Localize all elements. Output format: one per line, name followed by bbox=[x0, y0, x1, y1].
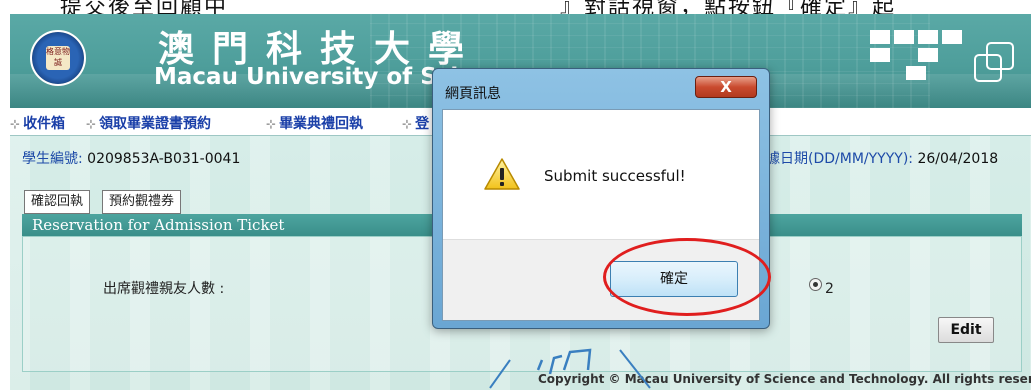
header-decoration-squares bbox=[870, 22, 1030, 102]
instruction-strip: 提交後至回顧中 』對話視窗，點按鈕『確定』起 bbox=[0, 0, 1031, 14]
dialog-footer: 確定 bbox=[443, 239, 759, 320]
message-dialog: 網頁訊息 X Submit successful! 確定 bbox=[432, 68, 770, 329]
student-id-label: 學生編號: bbox=[22, 151, 83, 167]
dialog-title: 網頁訊息 bbox=[445, 86, 501, 102]
date-label: 據日期(DD/MM/YYYY): bbox=[766, 151, 913, 167]
nav-item-inbox[interactable]: ⊹ 收件箱 bbox=[10, 113, 65, 133]
date-field: 據日期(DD/MM/YYYY): 26/04/2018 bbox=[766, 148, 998, 168]
tab-confirm-reply[interactable]: 確認回執 bbox=[24, 190, 91, 214]
section-title: Reservation for Admission Ticket bbox=[32, 216, 285, 234]
tab-reserve-ticket[interactable]: 預約觀禮券 bbox=[102, 190, 182, 214]
logo-emblem-text: 格意物誠 bbox=[46, 46, 70, 70]
student-id: 學生編號: 0209853A-B031-0041 bbox=[22, 148, 240, 168]
copyright-text: Copyright © Macau University of Science … bbox=[538, 372, 1031, 386]
instruction-text-left: 提交後至回顧中 bbox=[60, 0, 229, 14]
student-id-value: 0209853A-B031-0041 bbox=[87, 151, 241, 167]
attendee-count-value: 2 bbox=[825, 281, 834, 297]
university-logo: 格意物誠 bbox=[30, 30, 86, 86]
attendee-count-label: 出席觀禮親友人數 : bbox=[103, 281, 225, 297]
warning-icon bbox=[484, 158, 520, 190]
nav-item-ceremony-reply[interactable]: ⊹ 畢業典禮回執 bbox=[266, 113, 363, 133]
university-title-english: Macau University of Scie bbox=[154, 64, 474, 90]
nav-item-more[interactable]: ⊹ 登 bbox=[402, 113, 429, 133]
edit-button[interactable]: Edit bbox=[938, 317, 994, 343]
date-value: 26/04/2018 bbox=[917, 151, 999, 167]
dialog-close-button[interactable]: X bbox=[695, 76, 757, 98]
dialog-body: Submit successful! 確定 bbox=[442, 109, 760, 321]
instruction-text-right: 』對話視窗，點按鈕『確定』起 bbox=[560, 0, 897, 14]
ok-button[interactable]: 確定 bbox=[610, 261, 738, 297]
dialog-message: Submit successful! bbox=[544, 167, 686, 185]
attendee-count-radio[interactable] bbox=[809, 278, 822, 291]
nav-item-certificate-booking[interactable]: ⊹ 領取畢業證書預約 bbox=[86, 113, 211, 133]
